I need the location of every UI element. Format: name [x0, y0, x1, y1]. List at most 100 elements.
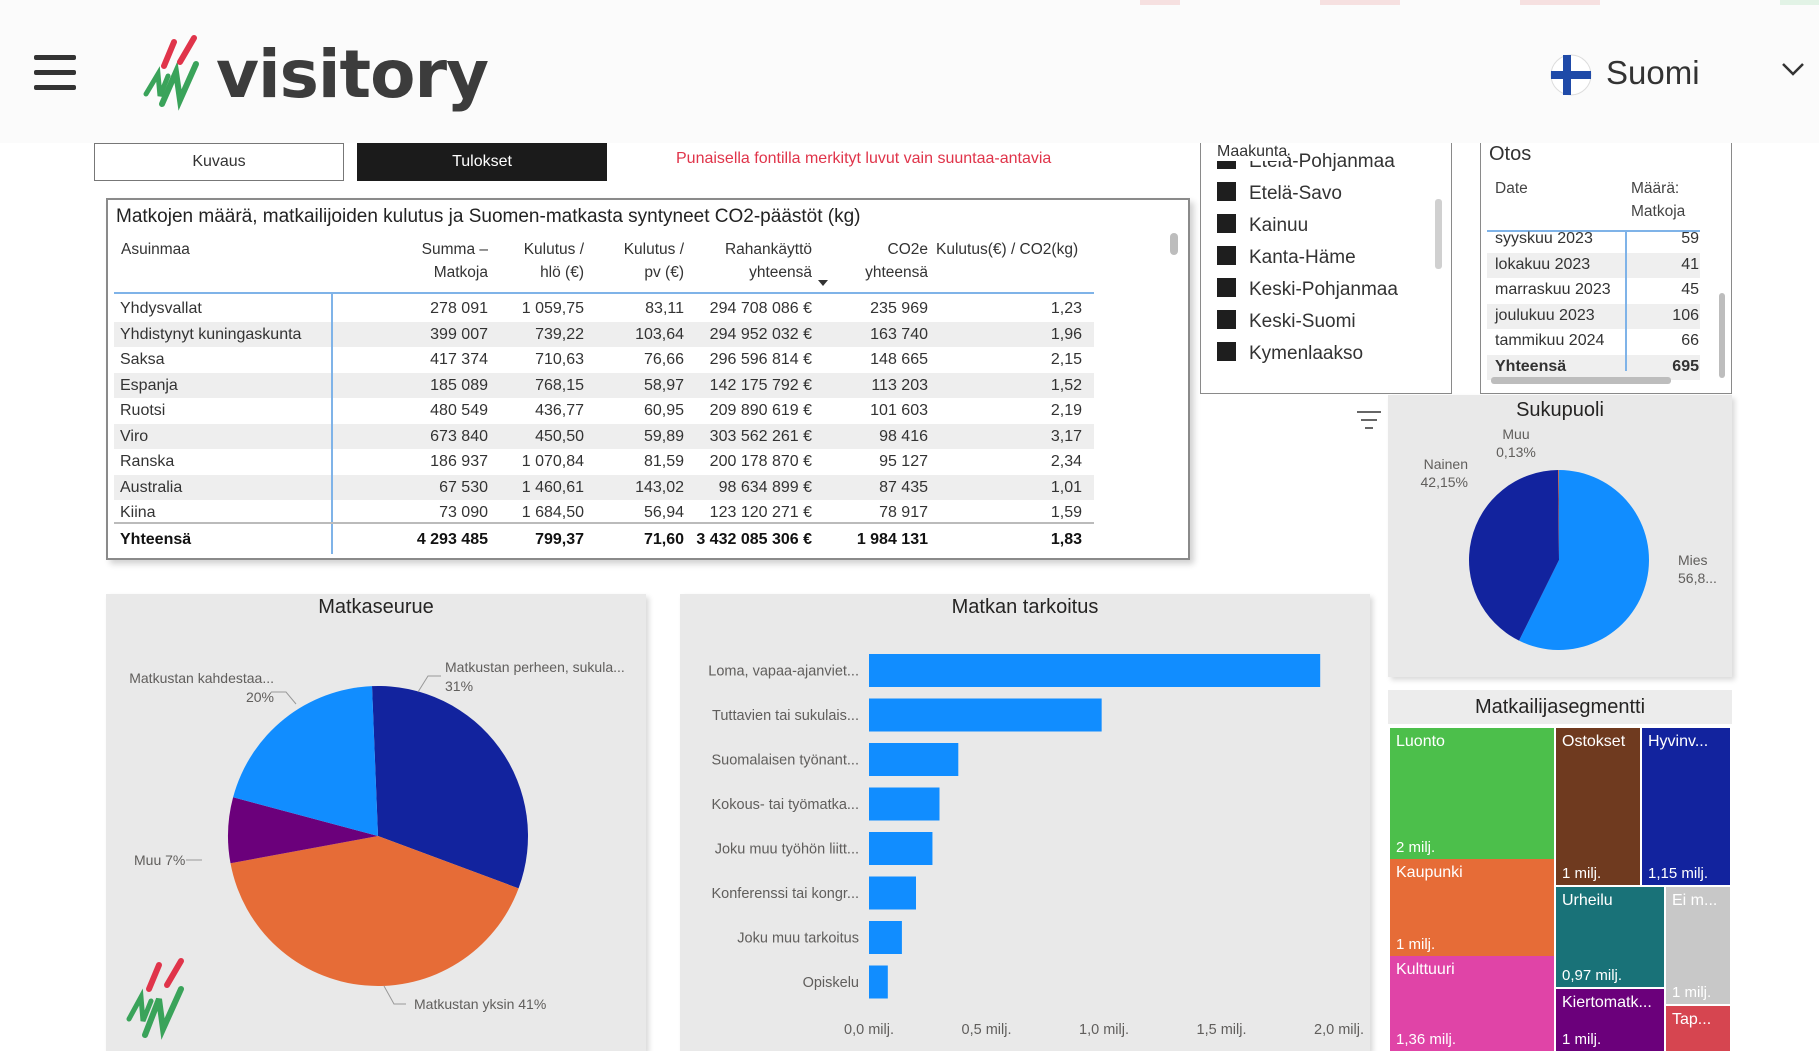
- treemap-tile[interactable]: Ei m... 1 milj.: [1666, 887, 1730, 1004]
- table-row[interactable]: Australia 67 530 1 460,61 143,02 98 634 899 …: [114, 474, 1094, 500]
- table-row[interactable]: Espanja 185 089 768,15 58,97 142 175 792 € 11…: [114, 372, 1094, 398]
- language-selector[interactable]: Suomi: [1550, 50, 1810, 100]
- hamburger-menu-icon[interactable]: [34, 55, 76, 91]
- data-label: 31%: [445, 678, 473, 694]
- table-cell-pv: 58,97: [643, 376, 684, 394]
- category-label: Kokous- tai työmatka...: [712, 797, 859, 813]
- treemap-value: 1,15 milj.: [1648, 865, 1709, 882]
- slicer-scrollbar[interactable]: [1435, 199, 1442, 269]
- otos-horizontal-scrollbar[interactable]: [1491, 377, 1671, 384]
- slicer-item[interactable]: Keski-Suomi: [1217, 310, 1356, 333]
- bar[interactable]: [869, 965, 888, 999]
- table-cell-raha: 296 596 814 €: [709, 351, 812, 368]
- bar[interactable]: [869, 832, 933, 865]
- table-cell-country: Yhdysvallat: [120, 300, 202, 317]
- otos-row[interactable]: lokakuu 2023 41: [1487, 252, 1700, 278]
- table-row[interactable]: Yhdysvallat 278 091 1 059,75 83,11 294 708 0…: [114, 296, 1094, 322]
- table-total-row: Yhteensä 4 293 485 799,37 71,60 3 432 08…: [114, 522, 1094, 554]
- otos-total-row[interactable]: Yhteensä 695: [1487, 354, 1700, 380]
- treemap-tile[interactable]: Kulttuuri 1,36 milj.: [1390, 956, 1554, 1051]
- treemap-value: 0,97 milj.: [1562, 967, 1623, 984]
- data-label: 0,13%: [1496, 444, 1536, 460]
- checkbox-icon[interactable]: [1217, 342, 1236, 362]
- otos-vertical-scrollbar[interactable]: [1719, 293, 1725, 378]
- otos-row[interactable]: syyskuu 2023 59: [1487, 227, 1700, 252]
- col-header-co2[interactable]: CO2e yhteensä: [828, 238, 928, 284]
- x-tick-label: 2,0 milj.: [1314, 1022, 1364, 1038]
- treemap-tile[interactable]: Kiertomatk... 1 milj.: [1556, 989, 1664, 1051]
- otos-col-count[interactable]: Määrä: Matkoja: [1631, 177, 1685, 223]
- table-cell-pv: 60,95: [643, 402, 684, 419]
- table-row[interactable]: Viro 673 840 450,50 59,89 303 562 261 € 98 41…: [114, 423, 1094, 449]
- maakunta-slicer: Maakunta Etelä-Pohjanmaa Etelä-Savo Kainuu…: [1200, 143, 1452, 394]
- bar[interactable]: [869, 743, 959, 776]
- treemap-value: 1 milj.: [1396, 936, 1436, 953]
- treemap-value: 1 milj.: [1672, 984, 1712, 1001]
- treemap-label: Kiertomatk...: [1562, 994, 1652, 1011]
- sukupuoli-chart: Sukupuoli Muu 0,13% Nainen 42,15% Mies 56,8..…: [1388, 395, 1732, 677]
- table-row[interactable]: Yhdistynyt kuningaskunta 399 007 739,22 103…: [114, 321, 1094, 347]
- otos-row[interactable]: marraskuu 2023 45: [1487, 278, 1700, 303]
- col-header-asuinmaa[interactable]: Asuinmaa: [121, 238, 190, 261]
- tab-tulokset[interactable]: Tulokset: [357, 143, 607, 181]
- table-cell-pv: 76,66: [643, 351, 684, 368]
- tab-kuvaus[interactable]: Kuvaus: [94, 143, 344, 181]
- slicer-item-label: Kanta-Häme: [1249, 247, 1356, 268]
- col-header-ratio[interactable]: Kulutus(€) / CO2(kg): [936, 238, 1078, 261]
- slicer-item-label: Keski-Pohjanmaa: [1249, 279, 1398, 300]
- table-cell-raha: 98 634 899 €: [718, 478, 812, 496]
- bar[interactable]: [869, 698, 1102, 732]
- table-cell-hlo: 450,50: [535, 427, 584, 445]
- checkbox-icon[interactable]: [1217, 310, 1236, 330]
- col-header-rahankaytto[interactable]: Rahankäyttö yhteensä: [698, 238, 812, 284]
- matkan-tarkoitus-chart: Matkan tarkoitus Loma, vapaa-ajanviet...…: [680, 594, 1370, 1051]
- category-label: Opiskelu: [803, 975, 859, 991]
- checkbox-icon[interactable]: [1217, 246, 1236, 266]
- col-header-kulutus-hlo[interactable]: Kulutus / hlö (€): [494, 238, 584, 284]
- bar[interactable]: [869, 876, 916, 910]
- slicer-item[interactable]: Etelä-Savo: [1217, 182, 1342, 205]
- table-cell-country: Ranska: [120, 453, 175, 470]
- col-header-matkoja[interactable]: Summa – Matkoja: [398, 238, 488, 284]
- checkbox-icon[interactable]: [1217, 214, 1236, 234]
- table-cell-country: Viro: [120, 427, 149, 445]
- table-cell-matkoja: 673 840: [430, 427, 488, 445]
- slicer-item[interactable]: Kainuu: [1217, 214, 1308, 237]
- bar[interactable]: [869, 654, 1321, 687]
- treemap-tile[interactable]: Tap...: [1666, 1006, 1730, 1051]
- treemap-tile[interactable]: Hyvinv... 1,15 milj.: [1642, 728, 1730, 885]
- otos-cell-date: Yhteensä: [1495, 357, 1567, 375]
- col-header-kulutus-pv[interactable]: Kulutus / pv (€): [594, 238, 684, 284]
- table-cell-hlo: 1 059,75: [521, 300, 584, 317]
- table-cell-raha: 303 562 261 €: [709, 427, 812, 445]
- sort-descending-icon[interactable]: [818, 280, 828, 286]
- x-tick-label: 1,5 milj.: [1197, 1022, 1247, 1038]
- bar[interactable]: [869, 787, 940, 821]
- table-cell-co2: 113 203: [871, 376, 928, 394]
- otos-cell-date: joulukuu 2023: [1495, 306, 1595, 324]
- table-scrollbar[interactable]: [1170, 233, 1178, 255]
- table-row[interactable]: Saksa 417 374 710,63 76,66 296 596 814 € 148 …: [114, 347, 1094, 373]
- slicer-item[interactable]: Kanta-Häme: [1217, 246, 1356, 269]
- treemap-tile[interactable]: Ostokset 1 milj.: [1556, 728, 1640, 885]
- slicer-item[interactable]: Keski-Pohjanmaa: [1217, 278, 1398, 301]
- otos-row[interactable]: tammikuu 2024 66: [1487, 329, 1700, 354]
- otos-row[interactable]: joulukuu 2023 106: [1487, 303, 1700, 329]
- treemap-tile[interactable]: Luonto 2 milj.: [1390, 728, 1554, 859]
- otos-col-date[interactable]: Date: [1495, 177, 1528, 200]
- slicer-item[interactable]: Kymenlaakso: [1217, 342, 1363, 365]
- table-row[interactable]: Ruotsi 480 549 436,77 60,95 209 890 619 € 101…: [114, 398, 1094, 424]
- visitory-logo[interactable]: visitory: [140, 34, 489, 118]
- otos-table: Otos Date Määrä: Matkoja syyskuu 2023 59 lo…: [1480, 143, 1732, 394]
- table-row[interactable]: Ranska 186 937 1 070,84 81,59 200 178 870 € 9…: [114, 449, 1094, 475]
- treemap-tile[interactable]: Kaupunki 1 milj.: [1390, 859, 1554, 956]
- bar[interactable]: [869, 921, 902, 954]
- category-label: Joku muu työhön liitt...: [715, 842, 859, 858]
- checkbox-icon[interactable]: [1217, 182, 1236, 202]
- filter-icon[interactable]: [1356, 410, 1382, 432]
- treemap: Luonto 2 milj. Kaupunki 1 milj. Kulttuuri 1,3…: [1390, 728, 1730, 1051]
- data-label: Muu 7%: [134, 852, 185, 868]
- checkbox-icon[interactable]: [1217, 278, 1236, 298]
- treemap-tile[interactable]: Urheilu 0,97 milj.: [1556, 887, 1664, 987]
- disclaimer-note: Punaisella fontilla merkityt luvut vain …: [676, 150, 1052, 167]
